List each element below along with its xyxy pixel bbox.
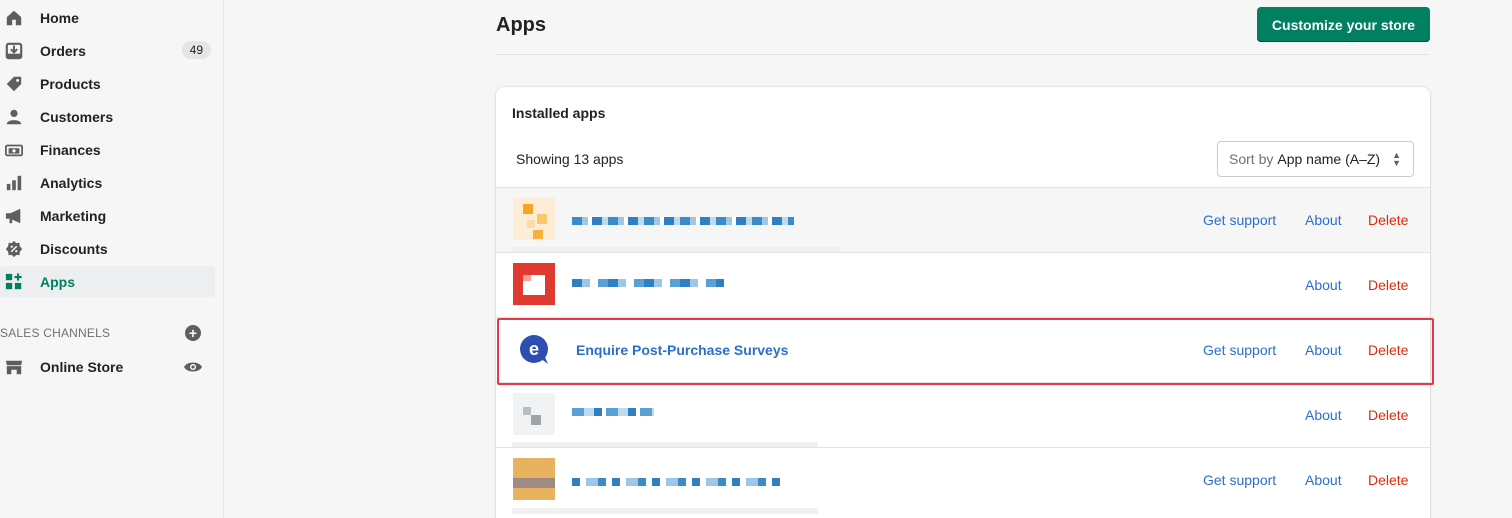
app-row[interactable]: Get support About Delete [496, 187, 1430, 252]
about-link[interactable]: About [1305, 407, 1342, 423]
sidebar-item-orders[interactable]: Orders 49 [0, 35, 215, 66]
redacted-app-name [572, 408, 654, 416]
sidebar-item-label: Online Store [40, 358, 124, 375]
about-link[interactable]: About [1305, 277, 1342, 293]
select-arrows-icon: ▲ ▼ [1392, 150, 1401, 168]
get-support-link[interactable]: Get support [1203, 472, 1276, 488]
customize-store-button[interactable]: Customize your store [1257, 7, 1430, 42]
redacted-strip [512, 508, 818, 514]
sidebar-item-customers[interactable]: Customers [0, 101, 215, 132]
delete-link[interactable]: Delete [1368, 212, 1408, 228]
about-link[interactable]: About [1305, 342, 1342, 358]
bar-chart-icon [4, 173, 24, 193]
sidebar-item-label: Marketing [40, 207, 107, 224]
orders-icon [4, 41, 24, 61]
app-logo [513, 198, 555, 240]
sidebar-item-home[interactable]: Home [0, 2, 215, 33]
sidebar-item-label: Customers [40, 108, 114, 125]
apps-icon [4, 272, 24, 292]
sidebar-item-label: Orders [40, 42, 86, 59]
svg-text:e: e [529, 339, 539, 359]
sales-channels-heading: SALES CHANNELS [0, 326, 111, 340]
apps-count: Showing 13 apps [516, 151, 624, 167]
app-logo [513, 458, 555, 500]
app-name-link[interactable]: Enquire Post-Purchase Surveys [576, 342, 788, 358]
redacted-app-name [572, 279, 724, 287]
app-logo [513, 393, 555, 435]
sidebar-item-discounts[interactable]: Discounts [0, 233, 215, 264]
redacted-app-name [572, 478, 784, 486]
sidebar-item-analytics[interactable]: Analytics [0, 167, 215, 198]
sidebar-item-label: Discounts [40, 240, 108, 257]
app-row[interactable]: e Enquire Post-Purchase Surveys Get supp… [496, 317, 1430, 382]
sort-value: App name (A–Z) [1277, 151, 1381, 167]
orders-count-badge: 49 [181, 41, 211, 59]
sidebar-item-label: Home [40, 9, 79, 26]
about-link[interactable]: About [1305, 212, 1342, 228]
redacted-app-name [572, 217, 794, 225]
discount-icon [4, 239, 24, 259]
add-sales-channel-button[interactable]: + [185, 325, 201, 341]
sort-label: Sort by [1229, 151, 1274, 167]
about-link[interactable]: About [1305, 472, 1342, 488]
get-support-link[interactable]: Get support [1203, 212, 1276, 228]
megaphone-icon [4, 206, 24, 226]
sort-select[interactable]: Sort by App name (A–Z) ▲ ▼ [1217, 141, 1414, 177]
store-icon [4, 357, 24, 377]
sidebar-item-products[interactable]: Products [0, 68, 215, 99]
sidebar-item-apps[interactable]: Apps [0, 266, 215, 297]
delete-link[interactable]: Delete [1368, 342, 1408, 358]
app-logo [513, 263, 555, 305]
enquire-logo: e [513, 328, 555, 370]
sidebar: Home Orders 49 Products Customers Financ… [0, 0, 224, 518]
app-row[interactable]: About Delete [496, 382, 1430, 447]
delete-link[interactable]: Delete [1368, 472, 1408, 488]
sidebar-item-label: Finances [40, 141, 101, 158]
tag-icon [4, 74, 24, 94]
home-icon [4, 8, 24, 28]
delete-link[interactable]: Delete [1368, 407, 1408, 423]
finances-icon [4, 140, 24, 160]
person-icon [4, 107, 24, 127]
sidebar-item-marketing[interactable]: Marketing [0, 200, 215, 231]
get-support-link[interactable]: Get support [1203, 342, 1276, 358]
page-title: Apps [496, 14, 546, 36]
sidebar-item-finances[interactable]: Finances [0, 134, 215, 165]
sidebar-item-label: Products [40, 75, 101, 92]
delete-link[interactable]: Delete [1368, 277, 1408, 293]
app-row[interactable]: Get support About Delete [496, 447, 1430, 512]
installed-apps-card: Installed apps Showing 13 apps Sort by A… [496, 87, 1430, 518]
divider [496, 54, 1430, 55]
sidebar-item-label: Apps [40, 273, 75, 290]
card-title: Installed apps [512, 105, 606, 121]
app-row[interactable]: About Delete [496, 252, 1430, 317]
eye-icon[interactable] [183, 360, 203, 374]
sidebar-item-label: Analytics [40, 174, 103, 191]
